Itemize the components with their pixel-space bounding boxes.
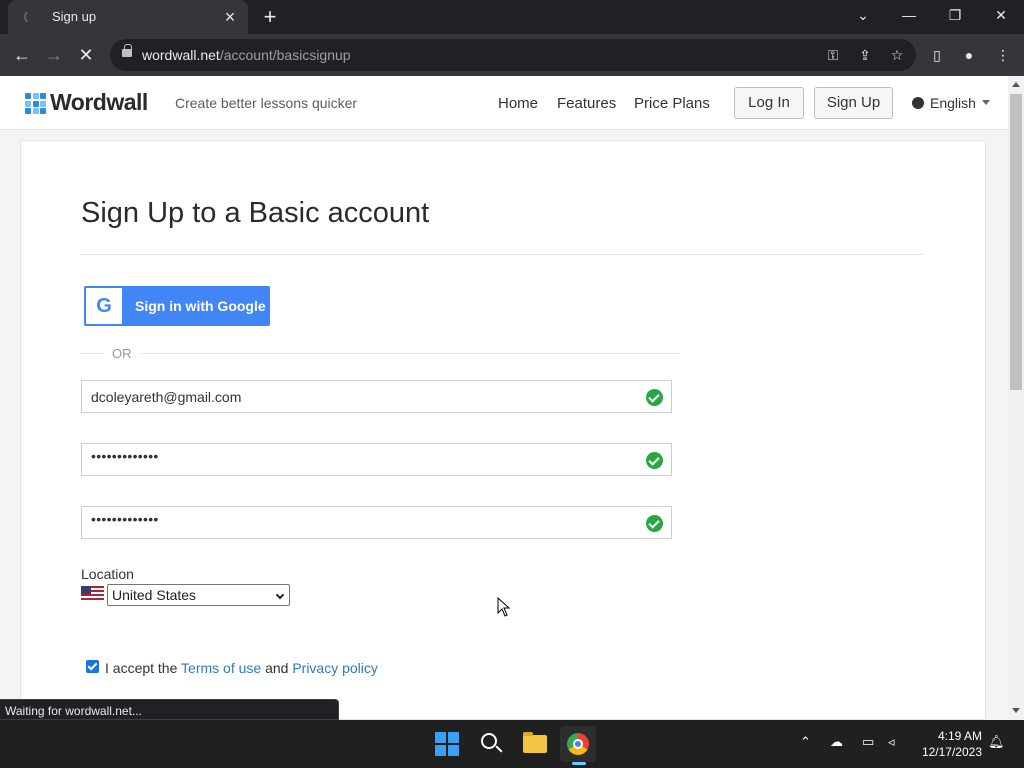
nav-features[interactable]: Features — [557, 95, 616, 112]
google-signin-button[interactable]: G Sign in with Google — [84, 286, 270, 326]
scrollbar-thumb[interactable] — [1010, 94, 1022, 390]
page-scrollbar[interactable] — [1008, 76, 1024, 720]
confirm-password-value: ••••••••••••• — [91, 511, 159, 527]
brand-logo-text[interactable]: Wordwall — [50, 89, 148, 116]
accept-prefix: I accept the — [105, 660, 178, 676]
cloud-offline-icon[interactable]: ☁ — [830, 734, 843, 750]
stop-loading-button[interactable]: ✕ — [74, 43, 98, 67]
google-signin-label: Sign in with Google — [135, 298, 266, 314]
tab-title: Sign up — [52, 9, 97, 24]
chrome-icon[interactable] — [567, 733, 589, 755]
accept-terms-text: I accept the Terms of use and Privacy po… — [105, 660, 378, 676]
valid-check-icon — [646, 452, 663, 469]
password-key-icon[interactable]: ⚿ — [824, 46, 842, 64]
close-tab-icon[interactable]: × — [220, 7, 240, 27]
tab-search-chevron-icon[interactable]: ⌄ — [840, 0, 886, 30]
minimize-button[interactable]: — — [886, 0, 932, 30]
or-label: OR — [112, 346, 132, 361]
page-title: Sign Up to a Basic account — [81, 197, 430, 229]
browser-toolbar: ← → ✕ wordwall.net/account/basicsignup ⚿… — [0, 34, 1024, 76]
scroll-up-arrow-icon[interactable] — [1012, 82, 1020, 87]
url-text[interactable]: wordwall.net/account/basicsignup — [142, 47, 351, 63]
windows-start-icon[interactable] — [435, 732, 459, 756]
site-header: Wordwall Create better lessons quicker H… — [0, 76, 1008, 130]
location-label: Location — [81, 566, 134, 582]
nav-home[interactable]: Home — [498, 95, 538, 112]
close-window-button[interactable]: ✕ — [978, 0, 1024, 30]
bookmark-star-icon[interactable]: ☆ — [888, 46, 906, 64]
privacy-policy-link[interactable]: Privacy policy — [292, 660, 378, 676]
network-icon[interactable]: ▭ — [862, 734, 874, 750]
loading-spinner-icon — [24, 9, 40, 25]
side-panel-icon[interactable]: ▯ — [928, 46, 946, 64]
language-label: English — [930, 95, 976, 111]
system-clock[interactable]: 4:19 AM 12/17/2023 — [918, 728, 982, 760]
browser-tab-strip: Sign up × + ⌄ — ❐ ✕ — [0, 0, 1024, 34]
confirm-password-field[interactable]: ••••••••••••• — [81, 506, 672, 539]
clock-time: 4:19 AM — [937, 729, 982, 743]
browser-tab[interactable]: Sign up × — [8, 0, 248, 34]
back-button[interactable]: ← — [10, 43, 34, 67]
or-divider-left — [81, 353, 103, 354]
tray-chevron-up-icon[interactable]: ⌃ — [800, 734, 811, 750]
password-field[interactable]: ••••••••••••• — [81, 443, 672, 476]
and-text: and — [265, 660, 289, 676]
file-explorer-icon[interactable] — [523, 732, 547, 753]
restore-button[interactable]: ❐ — [932, 0, 978, 30]
volume-muted-icon[interactable]: ◃ — [888, 734, 895, 750]
email-value: dcoleyareth@gmail.com — [91, 389, 242, 405]
profile-icon[interactable]: ● — [960, 46, 978, 64]
login-button[interactable]: Log In — [734, 87, 804, 119]
nav-price-plans[interactable]: Price Plans — [634, 95, 710, 112]
accept-terms-checkbox[interactable] — [86, 660, 99, 673]
signup-button[interactable]: Sign Up — [814, 87, 893, 119]
email-field[interactable]: dcoleyareth@gmail.com — [81, 380, 672, 413]
active-app-indicator — [572, 762, 586, 765]
wordwall-logo-icon[interactable] — [25, 93, 46, 114]
globe-icon — [912, 97, 924, 109]
share-icon[interactable]: ⇪ — [856, 46, 874, 64]
menu-kebab-icon[interactable]: ⋮ — [994, 46, 1012, 64]
clock-date: 12/17/2023 — [921, 745, 982, 759]
caret-down-icon — [981, 100, 990, 105]
notification-bell-icon[interactable]: 🔔︎ — [988, 734, 1005, 750]
valid-check-icon — [646, 515, 663, 532]
language-selector[interactable]: English — [912, 95, 990, 111]
terms-of-use-link[interactable]: Terms of use — [181, 660, 261, 676]
taskbar: ⌃ ☁ ▭ ◃ 4:19 AM 12/17/2023 🔔︎ — [0, 720, 1024, 768]
status-bubble: Waiting for wordwall.net... — [0, 699, 339, 720]
scroll-down-arrow-icon[interactable] — [1012, 708, 1020, 713]
us-flag-icon — [81, 586, 104, 602]
password-value: ••••••••••••• — [91, 448, 159, 464]
tagline: Create better lessons quicker — [175, 95, 358, 111]
location-select[interactable]: United States — [107, 584, 290, 606]
divider — [81, 254, 924, 255]
google-g-icon: G — [86, 288, 122, 324]
chevron-down-icon — [275, 590, 285, 600]
new-tab-button[interactable]: + — [258, 5, 282, 29]
mouse-cursor-icon — [497, 597, 511, 617]
address-bar[interactable]: wordwall.net/account/basicsignup ⚿ ⇪ ☆ — [110, 39, 916, 71]
lock-icon[interactable] — [122, 44, 132, 57]
forward-button[interactable]: → — [42, 43, 66, 67]
or-divider-right — [141, 353, 680, 354]
search-icon[interactable] — [481, 733, 497, 749]
valid-check-icon — [646, 389, 663, 406]
location-value: United States — [112, 587, 197, 603]
